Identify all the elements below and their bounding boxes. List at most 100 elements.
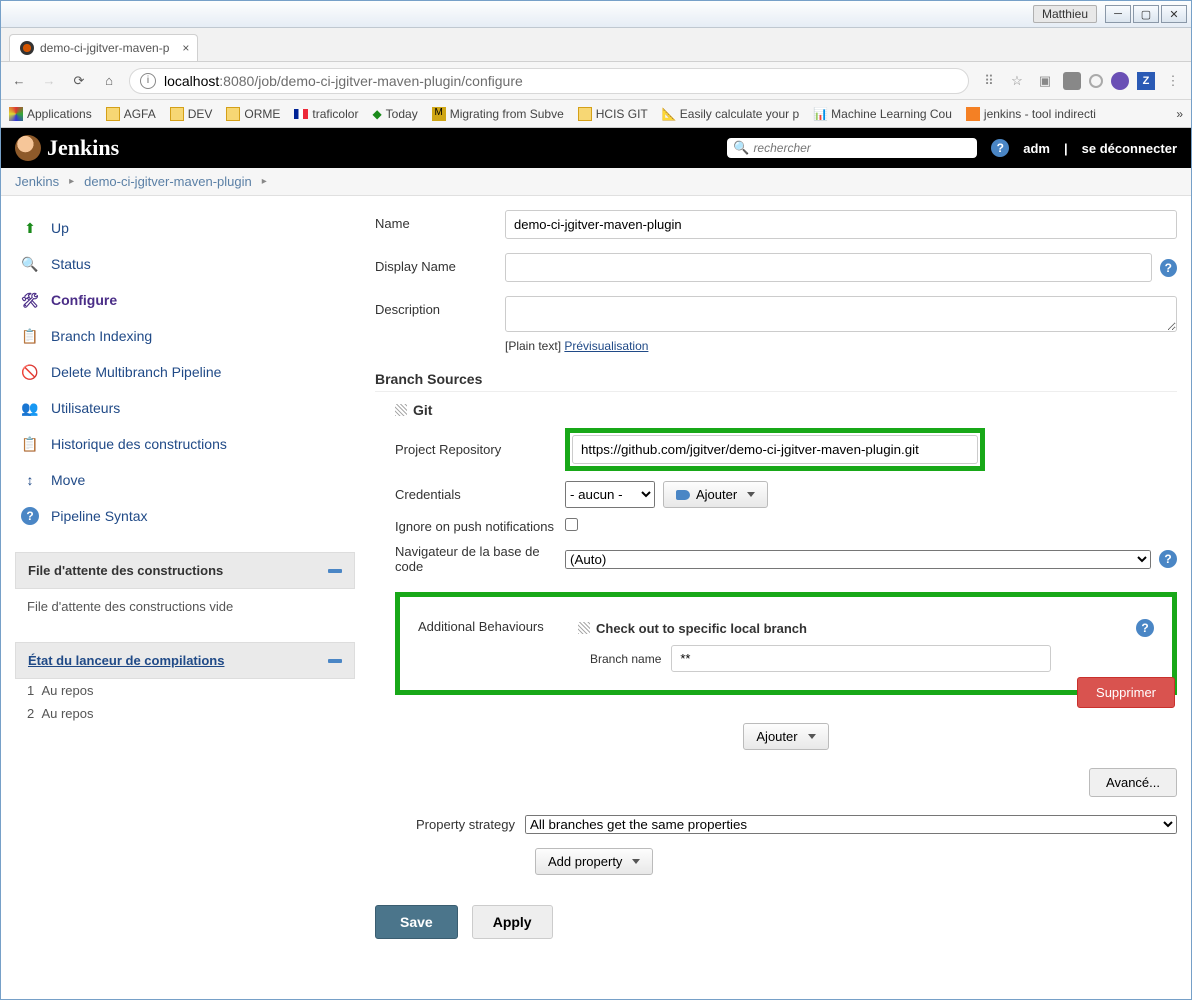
code-navigator-select[interactable]: (Auto) (565, 550, 1151, 569)
caret-down-icon (747, 492, 755, 497)
bookmark-dev[interactable]: DEV (170, 107, 213, 121)
sidebar-item-status[interactable]: 🔍Status (15, 246, 355, 282)
close-window-button[interactable]: ✕ (1161, 5, 1187, 23)
help-icon[interactable]: ? (1136, 619, 1154, 637)
home-icon[interactable]: ⌂ (99, 71, 119, 91)
bookmark-calc[interactable]: 📐Easily calculate your p (662, 107, 799, 121)
cast-icon[interactable]: ▣ (1035, 71, 1055, 91)
drag-handle-icon[interactable] (578, 622, 590, 634)
bookmark-apps[interactable]: Applications (9, 107, 92, 121)
sidebar-item-history[interactable]: 📋Historique des constructions (15, 426, 355, 462)
sidebar-item-configure[interactable]: 🛠Configure (15, 282, 355, 318)
bookmark-migrating[interactable]: MMigrating from Subve (432, 107, 564, 121)
ext1-icon[interactable] (1063, 72, 1081, 90)
bookmark-agfa[interactable]: AGFA (106, 107, 156, 121)
drag-handle-icon[interactable] (395, 404, 407, 416)
breadcrumb-root[interactable]: Jenkins (15, 174, 59, 189)
reload-icon[interactable]: ⟳ (69, 71, 89, 91)
bookmark-jenkins-so[interactable]: jenkins - tool indirecti (966, 107, 1096, 121)
credentials-label: Credentials (395, 487, 565, 502)
translate-icon[interactable]: ⠿ (979, 71, 999, 91)
key-icon (676, 490, 690, 500)
display-name-label: Display Name (375, 253, 505, 274)
preview-link[interactable]: Prévisualisation (564, 339, 648, 353)
additional-behaviours-box: Additional Behaviours Check out to speci… (395, 592, 1177, 695)
branch-name-field[interactable] (671, 645, 1051, 672)
help-icon[interactable]: ? (1159, 550, 1177, 568)
delete-behaviour-button[interactable]: Supprimer (1077, 677, 1175, 708)
add-behaviour-button[interactable]: Ajouter (743, 723, 828, 750)
minimize-button[interactable]: ─ (1105, 5, 1131, 23)
jenkins-butler-icon (15, 135, 41, 161)
sidebar-item-delete[interactable]: 🚫Delete Multibranch Pipeline (15, 354, 355, 390)
collapse-icon[interactable] (328, 569, 342, 573)
browser-tab[interactable]: demo-ci-jgitver-maven-p × (9, 34, 198, 61)
bookmark-hcis[interactable]: HCIS GIT (578, 107, 648, 121)
code-navigator-label: Navigateur de la base de code (395, 544, 565, 574)
add-property-button[interactable]: Add property (535, 848, 653, 875)
notepad-icon: 📋 (19, 325, 41, 347)
browser-tabstrip: demo-ci-jgitver-maven-p × (1, 28, 1191, 62)
executor-header[interactable]: État du lanceur de compilations (15, 642, 355, 679)
executor-1: 1 Au repos (15, 679, 355, 702)
bookmark-bar: Applications AGFA DEV ORME traficolor ◆T… (1, 100, 1191, 128)
display-name-field[interactable] (505, 253, 1152, 282)
sidebar-item-move[interactable]: ↕Move (15, 462, 355, 498)
sidebar-item-pipeline-syntax[interactable]: ?Pipeline Syntax (15, 498, 355, 534)
bookmark-overflow-icon[interactable]: » (1176, 107, 1183, 121)
url-host: localhost (164, 73, 219, 89)
jenkins-logo[interactable]: Jenkins (15, 135, 119, 161)
site-info-icon[interactable]: i (140, 73, 156, 89)
ext3-icon[interactable] (1111, 72, 1129, 90)
collapse-icon[interactable] (328, 659, 342, 663)
bookmark-ml[interactable]: 📊Machine Learning Cou (813, 107, 952, 121)
url-path: /job/demo-ci-jgitver-maven-plugin/config… (254, 73, 522, 89)
user-link[interactable]: adm (1023, 141, 1050, 156)
window-titlebar: Matthieu ─ ▢ ✕ (1, 1, 1191, 28)
back-icon[interactable]: ← (9, 71, 29, 91)
jenkins-header: Jenkins 🔍 ? adm | se déconnecter (1, 128, 1191, 168)
advanced-button[interactable]: Avancé... (1089, 768, 1177, 797)
ext4-icon[interactable]: Z (1137, 72, 1155, 90)
repo-highlight (565, 428, 985, 471)
ignore-push-checkbox[interactable] (565, 518, 578, 531)
add-credentials-button[interactable]: Ajouter (663, 481, 768, 508)
search-input[interactable] (753, 141, 971, 155)
bookmark-orme[interactable]: ORME (226, 107, 280, 121)
configure-form: Name Display Name ? Description [Plain t… (375, 210, 1177, 939)
help-icon[interactable]: ? (991, 139, 1009, 157)
build-queue-header[interactable]: File d'attente des constructions (15, 552, 355, 589)
save-button[interactable]: Save (375, 905, 458, 939)
sidebar-item-users[interactable]: 👥Utilisateurs (15, 390, 355, 426)
bookmark-traficolor[interactable]: traficolor (294, 107, 358, 121)
star-icon[interactable]: ☆ (1007, 71, 1027, 91)
search-box[interactable]: 🔍 (727, 138, 977, 158)
help-icon[interactable]: ? (1160, 259, 1177, 277)
sidebar-item-up[interactable]: ⬆Up (15, 210, 355, 246)
url-port: :8080 (219, 73, 254, 89)
sidebar-item-branch-indexing[interactable]: 📋Branch Indexing (15, 318, 355, 354)
url-input[interactable]: i localhost:8080/job/demo-ci-jgitver-mav… (129, 68, 969, 94)
description-label: Description (375, 296, 505, 317)
repo-field[interactable] (572, 435, 978, 464)
property-strategy-select[interactable]: All branches get the same properties (525, 815, 1177, 834)
os-user-pill: Matthieu (1033, 5, 1097, 23)
build-queue-panel: File d'attente des constructions File d'… (15, 552, 355, 624)
close-tab-icon[interactable]: × (182, 41, 189, 55)
menu-icon[interactable]: ⋮ (1163, 71, 1183, 91)
help-circle-icon: ? (19, 505, 41, 527)
forward-icon[interactable]: → (39, 71, 59, 91)
name-field[interactable] (505, 210, 1177, 239)
logout-link[interactable]: se déconnecter (1082, 141, 1177, 156)
branch-name-label: Branch name (590, 652, 661, 666)
no-entry-icon: 🚫 (19, 361, 41, 383)
breadcrumb-job[interactable]: demo-ci-jgitver-maven-plugin (84, 174, 252, 189)
apply-button[interactable]: Apply (472, 905, 553, 939)
description-field[interactable] (505, 296, 1177, 332)
credentials-select[interactable]: - aucun - (565, 481, 655, 508)
bookmark-today[interactable]: ◆Today (372, 107, 417, 121)
maximize-button[interactable]: ▢ (1133, 5, 1159, 23)
chevron-right-icon: ▸ (69, 176, 74, 187)
behaviours-label: Additional Behaviours (418, 619, 578, 634)
ext2-icon[interactable] (1089, 74, 1103, 88)
